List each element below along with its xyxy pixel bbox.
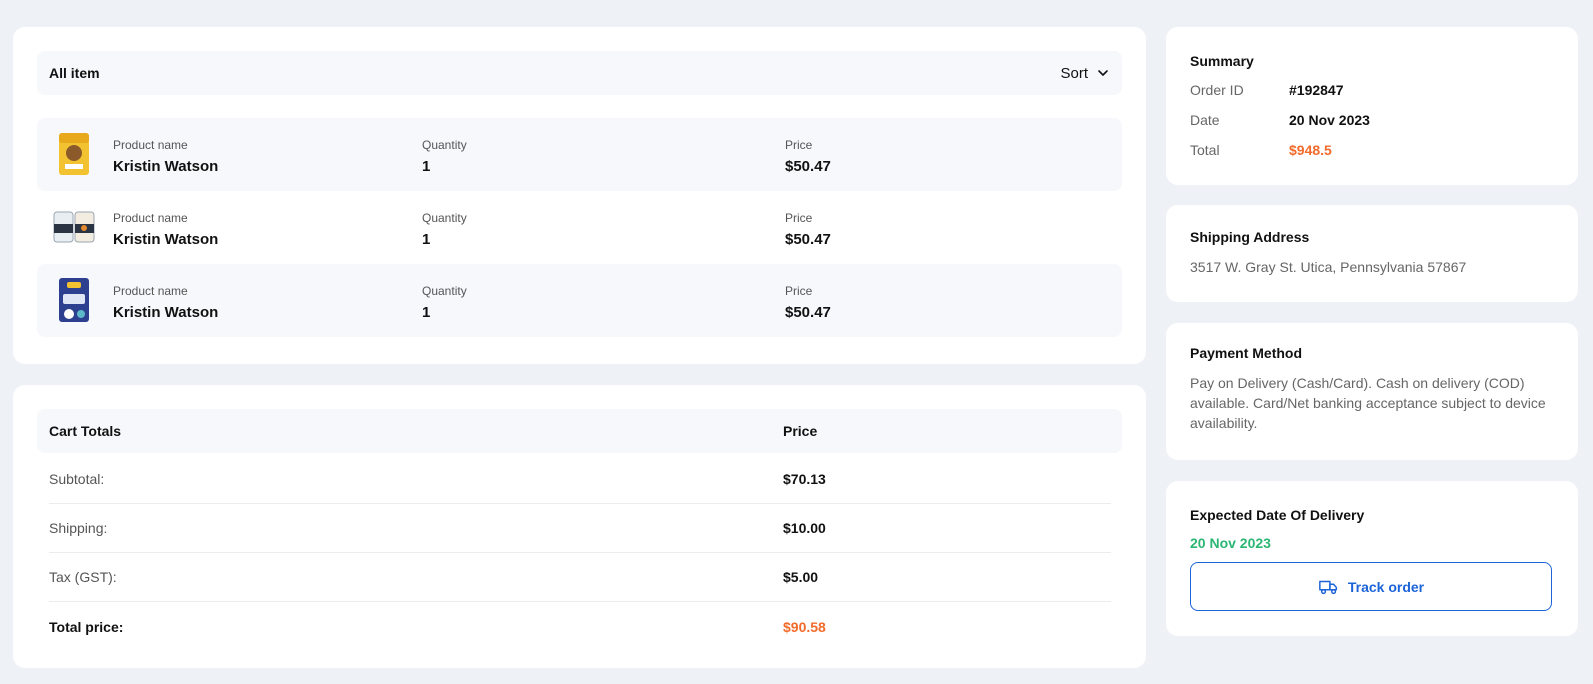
quantity-label: Quantity: [422, 211, 467, 225]
quantity-value: 1: [422, 304, 431, 321]
item-row[interactable]: Product name Kristin Watson Quantity 1 P…: [37, 264, 1122, 337]
item-row[interactable]: Product name Kristin Watson Quantity 1 P…: [37, 191, 1122, 264]
product-name-label: Product name: [113, 138, 188, 152]
subtotal-row: Subtotal: $70.13: [49, 455, 1111, 504]
summary-title: Summary: [1190, 53, 1254, 69]
shipping-row: Shipping: $10.00: [49, 504, 1111, 553]
product-name-label: Product name: [113, 211, 188, 225]
order-items-card: All item Sort Product name Kristin Watso…: [13, 27, 1146, 364]
price-value: $50.47: [785, 158, 831, 175]
summary-card: Summary Order ID #192847 Date 20 Nov 202…: [1166, 27, 1578, 185]
subtotal-value: $70.13: [783, 471, 826, 487]
items-header: All item Sort: [37, 51, 1122, 95]
quantity-label: Quantity: [422, 284, 467, 298]
shipping-address-text: 3517 W. Gray St. Utica, Pennsylvania 578…: [1190, 259, 1467, 275]
truck-icon: [1318, 580, 1337, 594]
sort-button[interactable]: Sort: [1060, 65, 1110, 82]
track-order-button[interactable]: Track order: [1190, 562, 1552, 611]
quantity-label: Quantity: [422, 138, 467, 152]
expected-delivery-card: Expected Date Of Delivery 20 Nov 2023 Tr…: [1166, 481, 1578, 636]
expected-delivery-date: 20 Nov 2023: [1190, 535, 1271, 551]
shipping-address-title: Shipping Address: [1190, 229, 1310, 245]
tax-row: Tax (GST): $5.00: [49, 553, 1111, 602]
price-label: Price: [785, 284, 813, 298]
cart-totals-card: Cart Totals Price Subtotal: $70.13 Shipp…: [13, 385, 1146, 668]
order-id-label: Order ID: [1190, 82, 1244, 98]
quantity-value: 1: [422, 231, 431, 248]
payment-method-text: Pay on Delivery (Cash/Card). Cash on del…: [1190, 375, 1546, 431]
track-order-label: Track order: [1347, 578, 1425, 595]
item-row[interactable]: Product name Kristin Watson Quantity 1 P…: [37, 118, 1122, 191]
shipping-label: Shipping:: [49, 520, 108, 536]
shipping-address-card: Shipping Address 3517 W. Gray St. Utica,…: [1166, 205, 1578, 302]
total-price-label: Total price:: [49, 619, 124, 635]
items-title: All item: [49, 65, 100, 81]
sort-label: Sort: [1060, 64, 1088, 82]
expected-delivery-title: Expected Date Of Delivery: [1190, 507, 1365, 523]
product-name: Kristin Watson: [113, 231, 219, 248]
product-name-label: Product name: [113, 284, 188, 298]
price-value: $50.47: [785, 231, 831, 248]
product-thumbnail: [49, 201, 99, 253]
subtotal-label: Subtotal:: [49, 471, 105, 487]
totals-header: Cart Totals Price: [37, 409, 1122, 453]
product-name: Kristin Watson: [113, 158, 219, 175]
payment-method-card: Payment Method Pay on Delivery (Cash/Car…: [1166, 323, 1578, 460]
total-row: Total $948.5: [1190, 142, 1550, 162]
payment-method-title: Payment Method: [1190, 345, 1303, 361]
price-value: $50.47: [785, 304, 831, 321]
price-label: Price: [785, 138, 813, 152]
product-thumbnail: [49, 274, 99, 326]
chevron-down-icon: [1098, 70, 1108, 76]
total-price-row: Total price: $90.58: [49, 603, 1111, 652]
date-value: 20 Nov 2023: [1289, 112, 1370, 128]
product-name: Kristin Watson: [113, 304, 219, 321]
product-thumbnail: [49, 128, 99, 180]
total-label: Total: [1190, 142, 1220, 158]
date-label: Date: [1190, 112, 1220, 128]
cart-totals-title: Cart Totals: [49, 423, 122, 439]
quantity-value: 1: [422, 158, 431, 175]
shipping-value: $10.00: [783, 520, 826, 536]
total-value: $948.5: [1289, 142, 1332, 158]
tax-value: $5.00: [783, 569, 819, 585]
tax-label: Tax (GST):: [49, 569, 117, 585]
total-price-value: $90.58: [783, 619, 826, 635]
price-label: Price: [785, 211, 813, 225]
date-row: Date 20 Nov 2023: [1190, 112, 1550, 132]
order-id-row: Order ID #192847: [1190, 82, 1550, 102]
price-column-header: Price: [783, 423, 818, 439]
order-id-value: #192847: [1289, 82, 1344, 98]
